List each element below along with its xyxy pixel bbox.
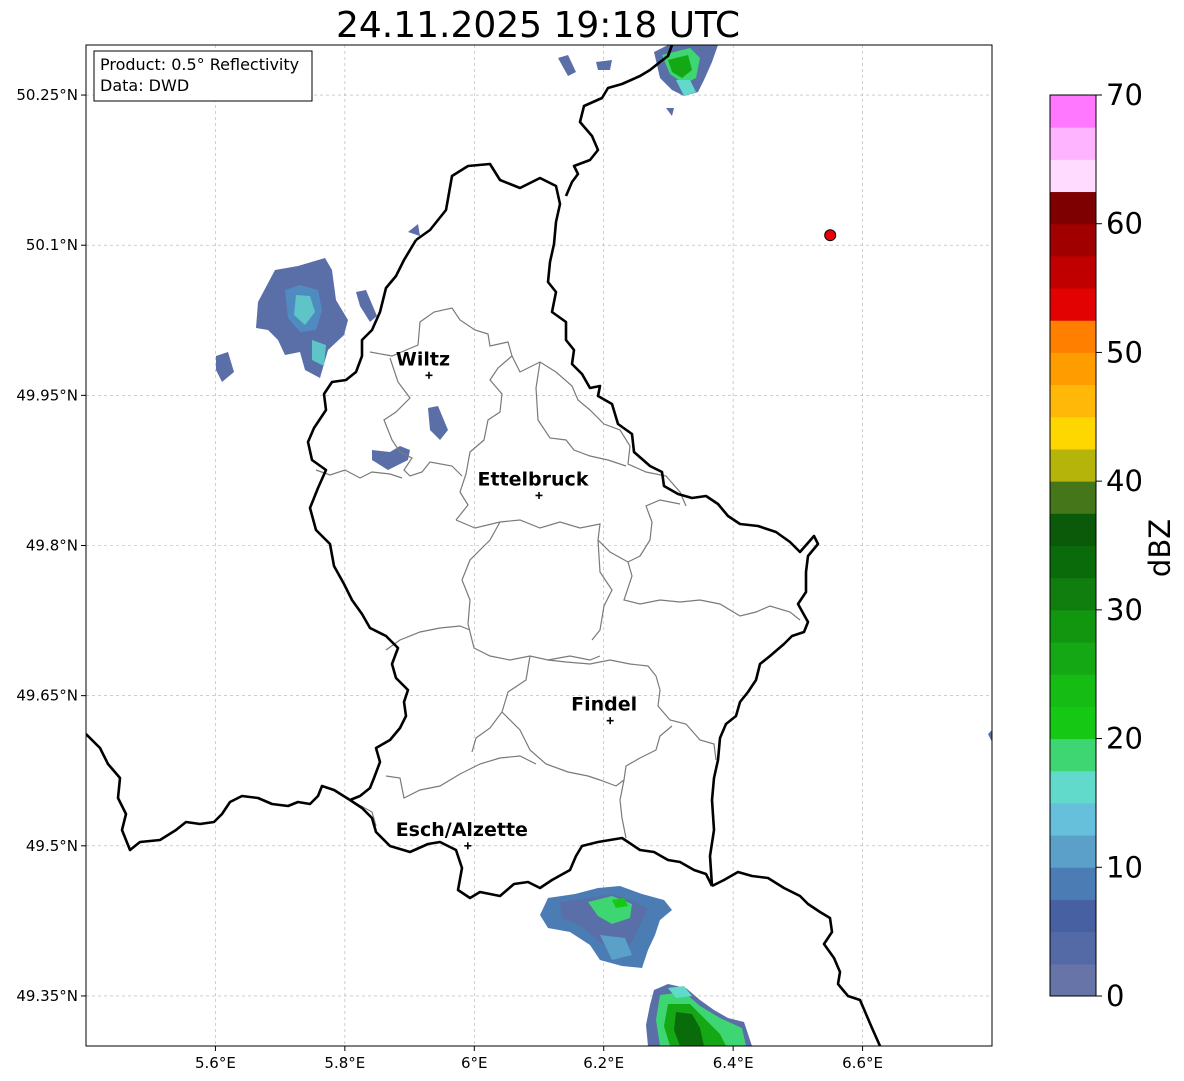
tick-label-lat: 50.1°N — [26, 236, 78, 254]
colorbar-cell — [1050, 95, 1096, 128]
city-label: Ettelbruck — [478, 468, 589, 490]
colorbar-label: dBZ — [1143, 519, 1177, 577]
colorbar-cell — [1050, 835, 1096, 868]
info-product: Product: 0.5° Reflectivity — [100, 55, 299, 74]
tick-label-lat: 49.65°N — [16, 687, 78, 705]
colorbar-tick-label: 20 — [1106, 722, 1143, 756]
tick-label-lon: 6.4°E — [713, 1054, 754, 1072]
colorbar-cell — [1050, 802, 1096, 836]
tick-label-lat: 49.8°N — [26, 537, 78, 555]
colorbar: 0 10 20 30 40 50 60 70 dBZ — [1049, 78, 1177, 1013]
colorbar-cell — [1050, 867, 1096, 900]
colorbar-cell — [1050, 963, 1096, 997]
colorbar-cell — [1050, 416, 1096, 450]
city-label: Findel — [571, 694, 637, 716]
colorbar-cell — [1050, 899, 1096, 933]
info-box: Product: 0.5° Reflectivity Data: DWD — [93, 50, 313, 102]
colorbar-cell — [1050, 609, 1096, 643]
colorbar-ticks: 0 10 20 30 40 50 60 70 — [1096, 78, 1143, 1013]
colorbar-cell — [1050, 738, 1096, 772]
colorbar-tick-label: 30 — [1106, 593, 1143, 627]
colorbar-cell — [1050, 352, 1096, 386]
tick-label-lon: 6.2°E — [583, 1054, 624, 1072]
tick-label-lat: 49.35°N — [16, 987, 78, 1005]
radar-map-figure: 24.11.2025 19:18 UTC WiltzEttelbruckFind… — [16, 5, 1177, 1072]
colorbar-cell — [1050, 288, 1096, 321]
colorbar-tick-label: 70 — [1106, 78, 1143, 112]
tick-label-lon: 5.8°E — [324, 1054, 365, 1072]
tick-label-lat: 49.5°N — [26, 837, 78, 855]
colorbar-cell — [1050, 223, 1096, 257]
colorbar-cell — [1050, 545, 1096, 579]
radar-site-marker — [824, 229, 837, 242]
colorbar-cell — [1050, 127, 1096, 160]
colorbar-cell — [1050, 191, 1096, 225]
city-label: Wiltz — [396, 348, 450, 370]
colorbar-cell — [1050, 384, 1096, 418]
colorbar-tick-label: 50 — [1106, 335, 1143, 369]
colorbar-cells — [1050, 95, 1096, 997]
colorbar-cell — [1050, 255, 1096, 289]
tick-label-lon: 5.6°E — [195, 1054, 236, 1072]
colorbar-cell — [1050, 642, 1096, 675]
colorbar-cell — [1050, 706, 1096, 740]
info-data-source: Data: DWD — [100, 76, 189, 95]
colorbar-cell — [1050, 770, 1096, 804]
colorbar-tick-label: 10 — [1106, 850, 1143, 884]
colorbar-cell — [1050, 931, 1096, 965]
tick-label-lat: 49.95°N — [16, 386, 78, 404]
map-title: 24.11.2025 19:18 UTC — [336, 5, 740, 46]
colorbar-cell — [1050, 674, 1096, 707]
colorbar-tick-label: 40 — [1106, 464, 1143, 498]
colorbar-cell — [1050, 320, 1096, 353]
tick-label-lon: 6°E — [461, 1054, 488, 1072]
colorbar-tick-label: 60 — [1106, 207, 1143, 241]
tick-label-lon: 6.6°E — [842, 1054, 883, 1072]
city-label: Esch/Alzette — [396, 819, 528, 841]
colorbar-cell — [1050, 513, 1096, 546]
colorbar-cell — [1050, 577, 1096, 611]
colorbar-cell — [1050, 159, 1096, 193]
colorbar-cell — [1050, 481, 1096, 514]
colorbar-cell — [1050, 448, 1096, 482]
tick-label-lat: 50.25°N — [16, 86, 78, 104]
colorbar-tick-label: 0 — [1106, 979, 1124, 1013]
